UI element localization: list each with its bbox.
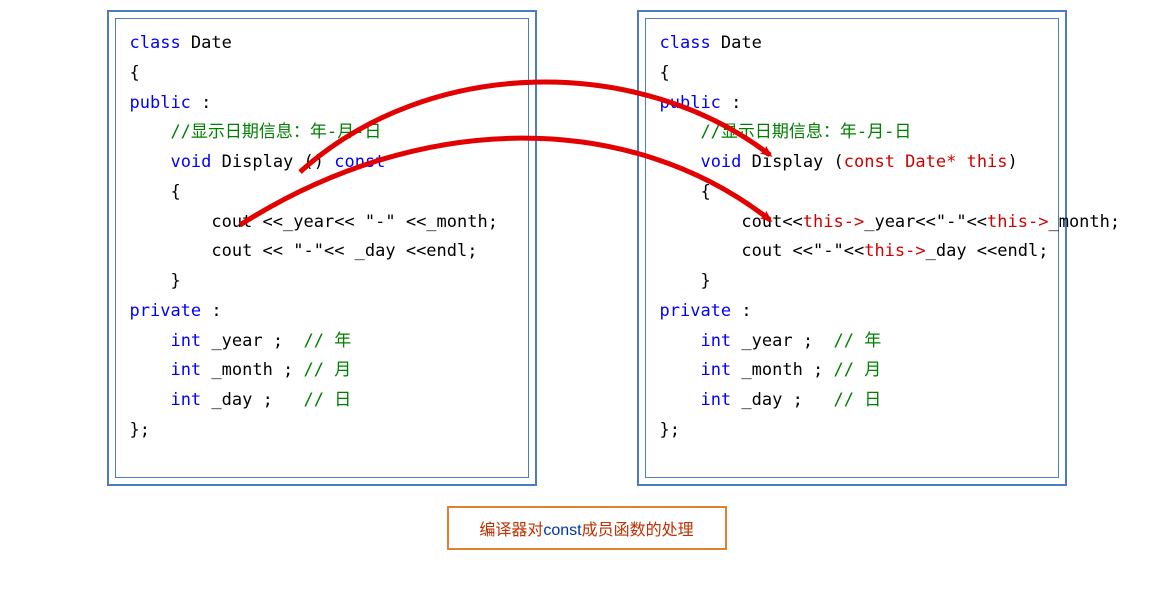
indent [660, 360, 701, 380]
brace-close: } [130, 271, 181, 291]
brace-open: { [130, 182, 181, 202]
comment-month: // 月 [304, 360, 352, 380]
caption-box: 编译器对const成员函数的处理 [447, 506, 727, 550]
cout-1a: cout<< [660, 212, 803, 232]
indent [660, 331, 701, 351]
param-const-this: const Date* this [844, 152, 1008, 172]
member-month: _month ; [731, 360, 833, 380]
comment-year: // 年 [304, 331, 352, 351]
cout-2b: _day <<endl; [926, 241, 1049, 261]
this-ptr: this-> [987, 212, 1048, 232]
kw-public: public [660, 93, 721, 113]
cout-1b: _year<<"-"<< [864, 212, 987, 232]
brace-end: }; [130, 420, 150, 440]
class-name: Date [181, 33, 232, 53]
comment-month: // 月 [834, 360, 882, 380]
comment-day: // 日 [834, 390, 882, 410]
brace-end: }; [660, 420, 680, 440]
kw-const: const [334, 152, 385, 172]
comment-header: //显示日期信息：年-月-日 [660, 122, 912, 142]
member-day: _day ; [731, 390, 833, 410]
caption-const: const [543, 522, 581, 539]
brace-open: { [660, 182, 711, 202]
colon: : [721, 93, 741, 113]
kw-private: private [130, 301, 202, 321]
kw-int: int [170, 331, 201, 351]
member-day: _day ; [201, 390, 303, 410]
this-ptr: this-> [864, 241, 925, 261]
kw-void: void [170, 152, 211, 172]
brace-open: { [660, 63, 670, 83]
fn-display-close: ) [1008, 152, 1018, 172]
comment-header: //显示日期信息：年-月-日 [130, 122, 382, 142]
colon: : [191, 93, 211, 113]
indent [660, 390, 701, 410]
kw-class: class [660, 33, 711, 53]
colon: : [201, 301, 221, 321]
comment-day: // 日 [304, 390, 352, 410]
left-panel-outer: class Date { public : //显示日期信息：年-月-日 voi… [107, 10, 537, 486]
brace-open: { [130, 63, 140, 83]
member-month: _month ; [201, 360, 303, 380]
brace-close: } [660, 271, 711, 291]
left-panel-inner: class Date { public : //显示日期信息：年-月-日 voi… [115, 18, 529, 478]
left-code: class Date { public : //显示日期信息：年-月-日 voi… [130, 29, 514, 446]
indent [130, 152, 171, 172]
kw-void: void [700, 152, 741, 172]
member-year: _year ; [201, 331, 303, 351]
fn-display: Display () [211, 152, 334, 172]
indent [130, 331, 171, 351]
kw-private: private [660, 301, 732, 321]
caption-text-2: 成员函数的处理 [582, 522, 694, 539]
class-name: Date [711, 33, 762, 53]
colon: : [731, 301, 751, 321]
right-panel-outer: class Date { public : //显示日期信息：年-月-日 voi… [637, 10, 1067, 486]
this-ptr: this-> [803, 212, 864, 232]
indent [660, 152, 701, 172]
cout-line-2: cout << "-"<< _day <<endl; [130, 241, 478, 261]
cout-line-1: cout <<_year<< "-" <<_month; [130, 212, 498, 232]
cout-2a: cout <<"-"<< [660, 241, 865, 261]
kw-int: int [700, 331, 731, 351]
indent [130, 390, 171, 410]
kw-public: public [130, 93, 191, 113]
caption-text-1: 编译器对 [479, 522, 543, 539]
kw-int: int [700, 390, 731, 410]
cout-1c: _month; [1048, 212, 1120, 232]
kw-int: int [170, 390, 201, 410]
comment-year: // 年 [834, 331, 882, 351]
indent [130, 360, 171, 380]
panels-container: class Date { public : //显示日期信息：年-月-日 voi… [10, 10, 1163, 486]
kw-class: class [130, 33, 181, 53]
right-panel-inner: class Date { public : //显示日期信息：年-月-日 voi… [645, 18, 1059, 478]
fn-display-open: Display ( [741, 152, 843, 172]
right-code: class Date { public : //显示日期信息：年-月-日 voi… [660, 29, 1044, 446]
member-year: _year ; [731, 331, 833, 351]
kw-int: int [700, 360, 731, 380]
kw-int: int [170, 360, 201, 380]
